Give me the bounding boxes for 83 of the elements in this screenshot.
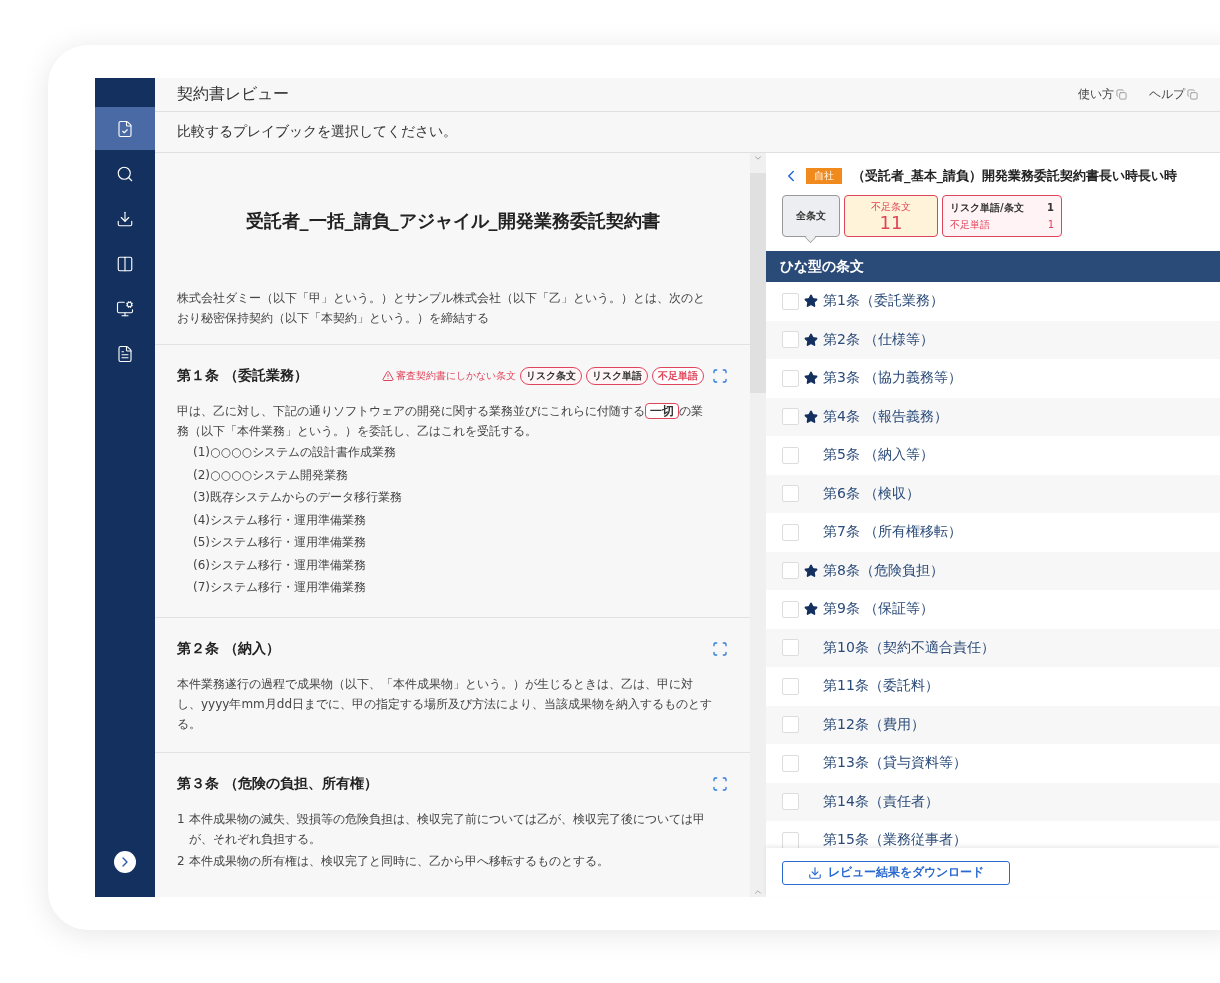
clause-label: 第11条（委託料） — [823, 677, 939, 696]
chevron-up-icon[interactable] — [753, 887, 763, 897]
article-heading: 第３条 （危険の負担、所有権） — [177, 774, 379, 793]
download-button[interactable]: レビュー結果をダウンロード — [782, 860, 1010, 885]
numbered-clause: 2 本件成果物の所有権は、検収完了と同時に、乙から甲へ移転するものとする。 — [177, 852, 610, 870]
filter-tab[interactable]: 不足条文 11 — [844, 195, 938, 237]
clause-label: 第6条 （検収） — [823, 484, 921, 503]
list-item: (3)既存システムからのデータ移行業務 — [192, 489, 403, 506]
list-item: (7)システム移行・運用準備業務 — [192, 579, 367, 596]
chevron-down-icon[interactable] — [753, 153, 763, 163]
focus-icon[interactable] — [712, 368, 728, 384]
clause-row[interactable]: 第6条 （検収） — [766, 474, 1220, 513]
list-item: (4)システム移行・運用準備業務 — [192, 511, 367, 529]
checkbox[interactable] — [782, 485, 799, 503]
document-check-icon — [116, 119, 134, 138]
checkbox[interactable] — [782, 677, 799, 695]
clause-row[interactable]: 第4条 （報告義務） — [766, 397, 1220, 436]
clause-label: 第12条（費用） — [823, 715, 925, 734]
checkbox[interactable] — [782, 600, 799, 618]
focus-icon[interactable] — [712, 775, 728, 792]
clause-label: 第7条 （所有権移転） — [823, 523, 963, 542]
download-icon — [116, 209, 134, 228]
download-icon — [808, 865, 822, 880]
clause-row[interactable]: 第10条（契約不適合責任） — [766, 628, 1220, 667]
clause-label: 第14条（責任者） — [823, 792, 939, 811]
checkbox[interactable] — [782, 716, 799, 734]
checkbox[interactable] — [782, 523, 799, 541]
clause-label: 第1条（委託業務） — [823, 292, 944, 311]
focus-icon[interactable] — [712, 640, 728, 657]
clause-label: 第13条（貸与資料等） — [823, 754, 967, 773]
search-icon — [116, 164, 134, 183]
checkbox[interactable] — [782, 292, 799, 310]
split-panel-icon — [116, 254, 134, 273]
contract-title: （受託者_基本_請負）開発業務委託契約書長い時長い時 — [852, 167, 1177, 185]
list-item: (5)システム移行・運用準備業務 — [192, 534, 367, 551]
checkbox[interactable] — [782, 793, 799, 811]
clause-label: 第8条（危険負担） — [823, 561, 944, 580]
numbered-clause: 1 本件成果物の滅失、毀損等の危険負担は、検収完了前については乙が、検収完了後については甲が、それぞれ負担する。 — [177, 810, 706, 848]
clause-label: 第5条 （納入等） — [823, 446, 935, 465]
checkbox[interactable] — [782, 831, 799, 848]
checkbox[interactable] — [782, 408, 799, 426]
external-window-icon — [1187, 89, 1198, 100]
clause-label: 第2条 （仕様等） — [823, 330, 935, 349]
owner-badge: 自社 — [806, 168, 842, 184]
checkbox[interactable] — [782, 754, 799, 772]
document-title: 受託者_一括_請負_アジャイル_開発業務委託契約書 — [244, 208, 661, 233]
clause-row[interactable]: 第8条（危険負担） — [766, 551, 1220, 590]
document-icon — [116, 344, 134, 363]
article-heading: 第１条 （委託業務） — [177, 367, 309, 385]
risk-tag: リスク単語 — [586, 367, 648, 385]
section-header: ひな型の条文 — [766, 251, 1220, 282]
clause-label: 第3条 （協力義務等） — [823, 369, 963, 388]
clause-row[interactable]: 第2条 （仕様等） — [766, 320, 1220, 359]
clause-label: 第4条 （報告義務） — [823, 407, 949, 426]
warning-label: 審査契約書にしかない条文 — [382, 369, 516, 383]
clause-row[interactable]: 第12条（費用） — [766, 705, 1220, 744]
list-item: (1)○○○○システムの設計書作成業務 — [192, 444, 397, 461]
checkbox[interactable] — [782, 639, 799, 657]
external-link[interactable]: 使い方 — [1078, 86, 1127, 103]
checkbox[interactable] — [782, 562, 799, 580]
filter-tab[interactable]: リスク単語/条文 1 不足単語 1 — [942, 195, 1062, 237]
risk-tag: リスク条文 — [520, 367, 582, 385]
page-title: 契約書レビュー — [177, 84, 290, 105]
checkbox[interactable] — [782, 446, 799, 464]
article-paragraph: 甲は、乙に対し、下記の通りソフトウェアの開発に関する業務並びにこれらに付随する 一切 の業務（以下「本件業務」という。）を委託し、乙はこれを受託する。 — [177, 402, 704, 440]
checkbox[interactable] — [782, 369, 799, 387]
article-heading: 第２条 （納入） — [177, 639, 281, 658]
article-paragraph: 本件業務遂行の過程で成果物（以下、「本件成果物」という。）が生じるときは、乙は、甲に対し、yyyy年mm月dd日までに、甲の指定する場所及び方法により、当該成果物を納入するものとする。 — [177, 675, 714, 733]
checkbox[interactable] — [782, 331, 799, 349]
clause-label: 第9条 （保証等） — [823, 600, 935, 619]
clause-label: 第15条（業務従事者） — [823, 831, 967, 848]
risk-tag: 不足単語 — [652, 367, 704, 385]
monitor-gear-icon — [116, 299, 134, 318]
scrollbar[interactable] — [750, 153, 766, 897]
clause-label: 第10条（契約不適合責任） — [823, 638, 995, 657]
list-item: (6)システム移行・運用準備業務 — [192, 556, 367, 574]
expand-button[interactable] — [114, 851, 136, 873]
external-link[interactable]: ヘルプ — [1149, 86, 1198, 103]
list-item: (2)○○○○システム開発業務 — [192, 466, 349, 484]
clause-row[interactable]: 第14条（責任者） — [766, 782, 1220, 821]
warning-icon — [382, 370, 394, 382]
external-window-icon — [1116, 89, 1127, 100]
intro-paragraph: 株式会社ダミー（以下「甲」という。）とサンプル株式会社（以下「乙」という。）とは、次のとおり秘密保持契約（以下「本契約」という。）を締結する — [177, 290, 706, 327]
